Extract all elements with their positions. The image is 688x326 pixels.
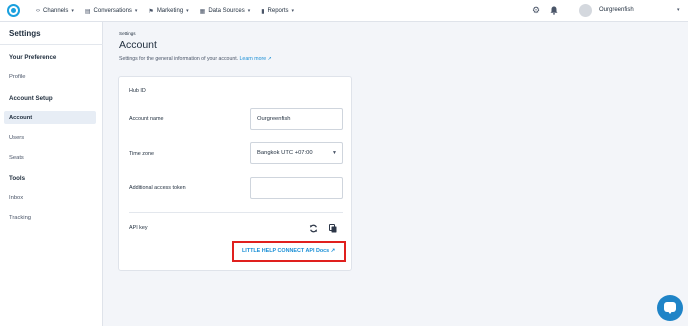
nav-channels[interactable]: ‹› Channels ▾ xyxy=(36,0,74,22)
account-name-input[interactable]: Ourgreenfish xyxy=(250,108,343,130)
nav-reports[interactable]: ▮ Reports ▾ xyxy=(261,0,294,22)
time-zone-label: Time zone xyxy=(129,151,154,157)
chevron-down-icon: ▾ xyxy=(291,8,295,14)
database-icon: ▦ xyxy=(199,8,206,15)
bar-chart-icon: ▮ xyxy=(261,8,265,15)
bell-icon[interactable] xyxy=(550,6,558,15)
external-link-icon: ↗ xyxy=(330,248,336,254)
chevron-down-icon: ▼ xyxy=(332,150,337,156)
hub-id-label: Hub ID xyxy=(129,88,146,94)
divider xyxy=(0,44,103,45)
app-logo-icon[interactable] xyxy=(7,4,20,17)
chat-support-icon[interactable] xyxy=(657,295,683,321)
chevron-down-icon: ▾ xyxy=(134,8,138,14)
code-brackets-icon: ‹› xyxy=(36,8,40,14)
breadcrumb[interactable]: Settings xyxy=(119,31,136,36)
nav-label: Marketing xyxy=(156,8,184,14)
time-zone-select[interactable]: Bangkok UTC +07:00 ▼ xyxy=(250,142,343,164)
gear-icon[interactable]: ⚙ xyxy=(532,6,540,15)
user-name[interactable]: Ourgreenfish xyxy=(599,7,634,13)
api-key-label: API key xyxy=(129,225,148,231)
sidebar-item-tracking[interactable]: Tracking xyxy=(9,215,31,221)
sidebar-section-account-setup: Account Setup xyxy=(9,95,53,102)
learn-more-label: Learn more xyxy=(239,56,267,62)
page-subtitle: Settings for the general information of … xyxy=(119,56,272,62)
nav-data-sources[interactable]: ▦ Data Sources ▾ xyxy=(200,0,251,22)
avatar[interactable] xyxy=(579,4,592,17)
access-token-input[interactable] xyxy=(250,177,343,199)
chevron-down-icon: ▾ xyxy=(71,8,74,14)
account-name-label: Account name xyxy=(129,116,164,122)
sidebar-item-profile[interactable]: Profile xyxy=(9,74,25,80)
sidebar-section-tools: Tools xyxy=(9,175,26,182)
learn-more-link[interactable]: Learn more ↗ xyxy=(240,56,272,62)
api-docs-highlight: LITTLE HELP CONNECT API Docs ↗ xyxy=(232,241,346,262)
nav-label: Conversations xyxy=(93,8,132,14)
nav-marketing[interactable]: ⚑ Marketing ▾ xyxy=(148,0,188,22)
nav-label: Channels xyxy=(43,8,69,14)
access-token-label: Additional access token xyxy=(129,185,186,191)
main-nav: ‹› Channels ▾ ▤ Conversations ▾ ⚑ Market… xyxy=(36,0,305,22)
api-docs-link[interactable]: LITTLE HELP CONNECT API Docs ↗ xyxy=(242,248,335,254)
sidebar-title: Settings xyxy=(9,29,41,38)
nav-label: Data Sources xyxy=(208,8,245,14)
external-link-icon: ↗ xyxy=(267,56,272,62)
chevron-down-icon[interactable]: ▾ xyxy=(677,7,680,13)
chat-icon: ▤ xyxy=(84,8,91,15)
settings-sidebar: Settings Your Preference Profile Account… xyxy=(0,22,103,326)
sidebar-item-inbox[interactable]: Inbox xyxy=(9,195,23,201)
api-docs-label: LITTLE HELP CONNECT API Docs xyxy=(242,248,330,254)
megaphone-icon: ⚑ xyxy=(148,8,154,15)
page-title: Account xyxy=(119,39,157,51)
subtitle-text: Settings for the general information of … xyxy=(119,56,239,62)
account-settings-card: Hub ID Account name Ourgreenfish Time zo… xyxy=(118,76,352,271)
sidebar-item-users[interactable]: Users xyxy=(9,135,24,141)
copy-icon[interactable] xyxy=(329,224,337,233)
chevron-down-icon: ▾ xyxy=(186,8,189,14)
nav-label: Reports xyxy=(267,8,289,14)
refresh-icon[interactable] xyxy=(309,224,318,233)
sidebar-item-seats[interactable]: Seats xyxy=(9,155,24,161)
divider xyxy=(129,212,343,213)
sidebar-section-your-preference: Your Preference xyxy=(9,54,57,61)
top-navigation-bar: ‹› Channels ▾ ▤ Conversations ▾ ⚑ Market… xyxy=(0,0,688,22)
nav-conversations[interactable]: ▤ Conversations ▾ xyxy=(85,0,138,22)
chevron-down-icon: ▾ xyxy=(247,8,251,14)
sidebar-item-label: Account xyxy=(9,115,33,121)
time-zone-value: Bangkok UTC +07:00 xyxy=(257,150,313,156)
